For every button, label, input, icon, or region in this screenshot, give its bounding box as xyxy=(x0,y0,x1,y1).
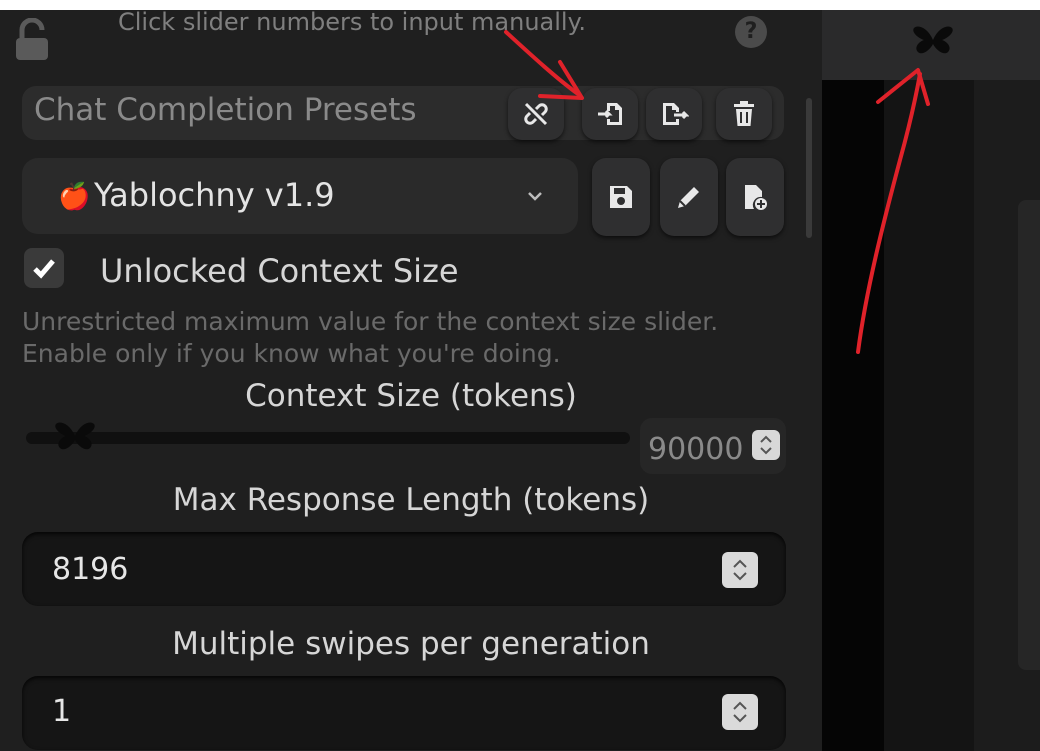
swipes-value: 1 xyxy=(52,694,72,729)
new-file-icon xyxy=(745,185,767,210)
background-column xyxy=(822,80,884,751)
max-response-label: Max Response Length (tokens) xyxy=(172,482,650,518)
export-icon xyxy=(663,103,689,125)
butterfly-icon[interactable] xyxy=(910,22,956,60)
chevron-down-icon xyxy=(528,192,542,201)
pencil-icon xyxy=(678,187,699,208)
rename-preset-button[interactable] xyxy=(660,158,718,236)
export-button[interactable] xyxy=(646,88,702,140)
presets-title: Chat Completion Presets xyxy=(34,92,417,128)
stepper-icon xyxy=(733,559,747,581)
delete-button[interactable] xyxy=(716,88,772,140)
scrollbar[interactable] xyxy=(806,98,812,238)
background-column xyxy=(884,80,974,751)
max-response-stepper[interactable] xyxy=(722,552,758,588)
checkmark-icon xyxy=(33,259,55,279)
hint-text: Click slider numbers to input manually. xyxy=(118,8,586,36)
new-preset-button[interactable] xyxy=(726,158,784,236)
context-size-label: Context Size (tokens) xyxy=(245,378,577,414)
swipes-stepper[interactable] xyxy=(722,694,758,730)
unlock-icon[interactable] xyxy=(12,18,56,62)
max-response-input[interactable] xyxy=(22,532,786,606)
butterfly-slider-handle-icon[interactable] xyxy=(50,418,100,456)
background-panel xyxy=(1018,200,1040,670)
save-preset-button[interactable] xyxy=(592,158,650,236)
swipes-input[interactable] xyxy=(22,676,786,750)
apple-icon: 🍎 xyxy=(58,182,91,212)
unlocked-context-description: Unrestricted maximum value for the conte… xyxy=(22,307,719,368)
trash-icon xyxy=(734,101,754,126)
context-size-stepper[interactable] xyxy=(752,430,780,460)
save-icon xyxy=(610,186,632,208)
unlink-icon xyxy=(524,102,548,126)
stepper-icon xyxy=(760,435,772,455)
unlink-button[interactable] xyxy=(508,88,564,140)
context-size-slider[interactable] xyxy=(26,432,630,444)
context-size-value: 90000 xyxy=(648,432,744,467)
import-icon xyxy=(598,103,622,125)
unlocked-context-label: Unlocked Context Size xyxy=(100,252,459,290)
stepper-icon xyxy=(733,701,747,723)
swipes-label: Multiple swipes per generation xyxy=(172,626,650,662)
preset-select-value: Yablochny v1.9 xyxy=(94,176,335,214)
max-response-value: 8196 xyxy=(52,552,129,587)
unlocked-context-checkbox[interactable] xyxy=(24,248,64,288)
import-button[interactable] xyxy=(582,88,638,140)
help-icon[interactable]: ? xyxy=(735,16,767,48)
